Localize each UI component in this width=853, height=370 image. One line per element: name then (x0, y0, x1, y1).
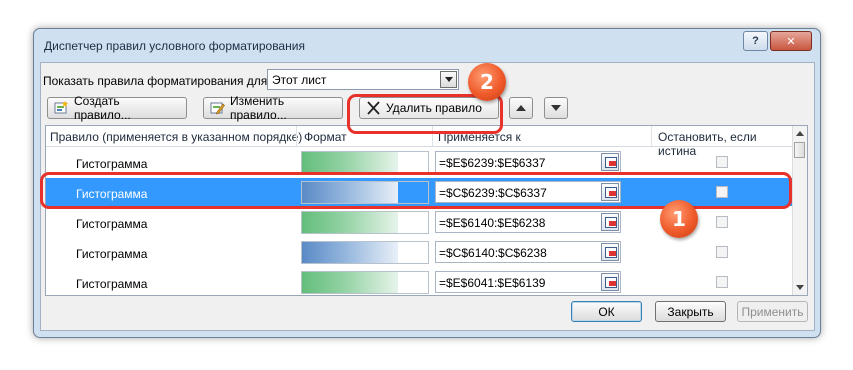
help-icon[interactable]: ? (743, 31, 768, 51)
stop-if-true-checkbox[interactable] (716, 246, 728, 258)
scroll-down-icon[interactable] (796, 285, 804, 290)
title-bar: Диспетчер правил условного форматировани… (34, 29, 820, 57)
rule-name: Гистограмма (76, 217, 148, 231)
rule-name: Гистограмма (76, 157, 148, 171)
column-divider (651, 126, 652, 146)
rule-row[interactable]: Гистограмма =$E$6041:$E$6139 (46, 268, 793, 295)
ok-button[interactable]: ОК (571, 301, 642, 322)
column-divider (296, 126, 297, 146)
scroll-up-icon[interactable] (796, 131, 804, 136)
dialog-title: Диспетчер правил условного форматировани… (44, 39, 305, 53)
format-preview-green (301, 271, 429, 294)
edit-rule-button[interactable]: Изменить правило... (203, 94, 343, 122)
show-rules-value: Этот лист (272, 73, 327, 87)
applies-to-value: =$E$6140:$E$6238 (439, 216, 546, 230)
range-picker-icon[interactable] (601, 243, 619, 261)
vertical-scrollbar[interactable] (792, 126, 807, 295)
annotation-highlight-delete (347, 94, 503, 134)
stop-if-true-checkbox[interactable] (716, 216, 728, 228)
new-rule-icon (54, 101, 69, 115)
column-format: Формат (304, 130, 347, 144)
applies-to-value: =$E$6041:$E$6139 (439, 276, 546, 290)
show-rules-label: Показать правила форматирования для: (43, 74, 271, 88)
move-down-button[interactable] (544, 97, 568, 119)
rule-name: Гистограмма (76, 277, 148, 291)
applies-to-value: =$E$6239:$E$6337 (439, 156, 546, 170)
title-buttons: ? ✕ (741, 31, 812, 51)
apply-button[interactable]: Применить (737, 301, 808, 322)
applies-to-value: =$C$6140:$C$6238 (439, 246, 547, 260)
applies-to-field[interactable]: =$E$6140:$E$6238 (435, 211, 621, 233)
stop-if-true-checkbox[interactable] (716, 276, 728, 288)
format-preview-blue (301, 241, 429, 264)
edit-rule-label: Изменить правило... (230, 94, 287, 122)
stop-if-true-checkbox[interactable] (716, 156, 728, 168)
close-button[interactable]: Закрыть (655, 301, 726, 322)
range-picker-icon[interactable] (601, 273, 619, 291)
arrow-down-icon (551, 105, 561, 111)
column-rule: Правило (применяется в указанном порядке… (50, 130, 303, 144)
rule-row[interactable]: Гистограмма =$C$6140:$C$6238 (46, 238, 793, 266)
applies-to-field[interactable]: =$C$6140:$C$6238 (435, 241, 621, 263)
annotation-step-2: 2 (468, 63, 506, 101)
move-up-button[interactable] (509, 97, 533, 119)
format-preview-green (301, 151, 429, 174)
scroll-thumb[interactable] (794, 142, 805, 158)
applies-to-field[interactable]: =$E$6041:$E$6139 (435, 271, 621, 293)
arrow-up-icon (516, 105, 526, 111)
range-picker-icon[interactable] (601, 213, 619, 231)
annotation-step-1: 1 (660, 200, 698, 238)
chevron-down-icon[interactable] (440, 71, 457, 88)
show-rules-dropdown[interactable]: Этот лист (267, 69, 459, 90)
close-icon[interactable]: ✕ (770, 31, 812, 51)
create-rule-button[interactable]: Создать правило... (47, 94, 187, 122)
rule-name: Гистограмма (76, 247, 148, 261)
format-preview-green (301, 211, 429, 234)
applies-to-field[interactable]: =$E$6239:$E$6337 (435, 151, 621, 173)
edit-rule-icon (210, 101, 225, 115)
range-picker-icon[interactable] (601, 153, 619, 171)
create-rule-label: Создать правило... (74, 94, 131, 122)
